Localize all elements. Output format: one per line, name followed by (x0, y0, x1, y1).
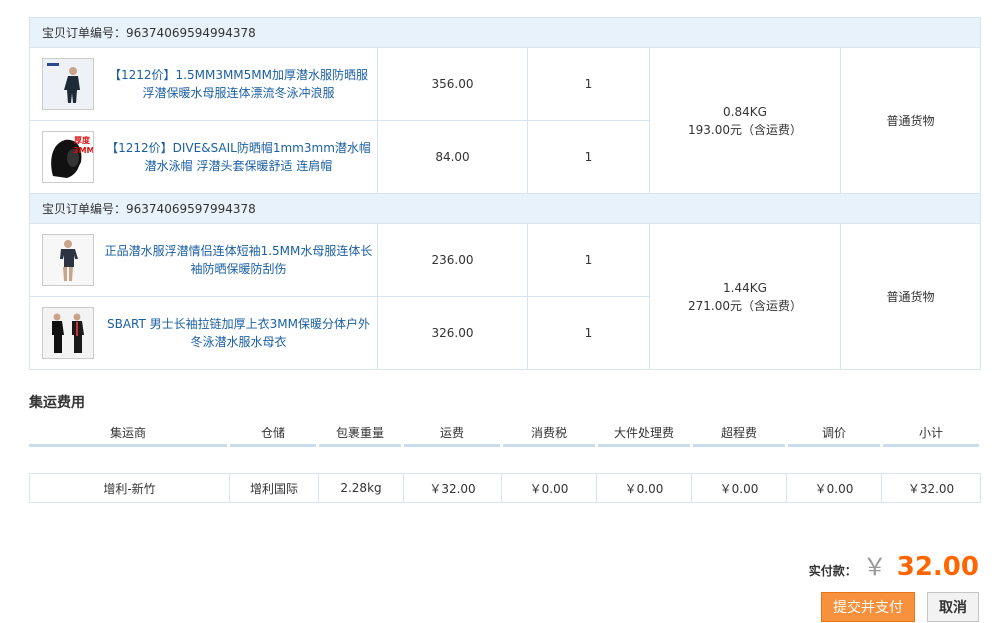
warehouse-cell: 增利国际 (229, 473, 319, 503)
order-number-cell: 宝贝订单编号：96374069597994378 (28, 193, 982, 224)
price-cell: 356.00 (377, 47, 528, 121)
shipping-fees-table: 增利-新竹 增利国际 2.28kg ￥32.00 ￥0.00 ￥0.00 ￥0.… (29, 473, 981, 503)
order-items-table: 宝贝订单编号：96374069594994378 【1212价】1.5MM3MM… (28, 17, 982, 370)
order-group-header: 宝贝订单编号：96374069597994378 (28, 193, 982, 224)
cancel-button[interactable]: 取消 (927, 592, 979, 622)
quantity-cell: 1 (527, 223, 650, 297)
carrier-cell: 增利-新竹 (29, 473, 230, 503)
order-number-label: 宝贝订单编号： (42, 202, 127, 216)
package-weight-cell: 2.28kg (318, 473, 404, 503)
weight-amount-cell: 1.44KG 271.00元（含运费） (649, 223, 841, 370)
product-cell: 正品潜水服浮潜情侣连体短袖1.5MM水母服连体长袖防晒保暖防刮伤 (29, 223, 378, 297)
order-number-label: 宝贝订单编号： (42, 26, 127, 40)
total-label: 实付款： (808, 564, 857, 578)
price-adjustment-cell: ￥0.00 (786, 473, 882, 503)
wetsuit-top-thumbnail-icon[interactable] (42, 307, 94, 359)
shorty-wetsuit-thumbnail-icon[interactable] (42, 234, 94, 286)
product-cell: SBART 男士长袖拉链加厚上衣3MM保暖分体户外冬泳潜水服水母衣 (29, 296, 378, 370)
product-name-link[interactable]: 【1212价】1.5MM3MM5MM加厚潜水服防晒服浮潜保暖水母服连体漂流冬泳冲… (94, 66, 377, 102)
currency-symbol: ￥ (862, 553, 887, 581)
package-weight: 1.44KG (723, 280, 767, 295)
subtotal-cell: ￥32.00 (881, 473, 981, 503)
shipping-fee-cell: ￥32.00 (403, 473, 502, 503)
header-consumption-tax: 消费税 (503, 423, 595, 447)
submit-and-pay-button[interactable]: 提交并支付 (821, 592, 915, 622)
header-package-weight: 包裹重量 (319, 423, 401, 447)
diving-hood-thumbnail-icon[interactable]: 厚度3MM (42, 131, 94, 183)
table-row: 【1212价】1.5MM3MM5MM加厚潜水服防晒服浮潜保暖水母服连体漂流冬泳冲… (29, 47, 982, 194)
package-weight: 0.84KG (723, 104, 767, 119)
header-price-adjustment: 调价 (788, 423, 880, 447)
price-cell: 236.00 (377, 223, 528, 297)
table-row: 增利-新竹 增利国际 2.28kg ￥32.00 ￥0.00 ￥0.00 ￥0.… (29, 473, 981, 503)
oversize-fee-cell: ￥0.00 (596, 473, 692, 503)
table-row: 正品潜水服浮潜情侣连体短袖1.5MM水母服连体长袖防晒保暖防刮伤 236.00 … (29, 223, 982, 370)
header-over-distance-fee: 超程费 (693, 423, 785, 447)
product-name-link[interactable]: 正品潜水服浮潜情侣连体短袖1.5MM水母服连体长袖防晒保暖防刮伤 (94, 242, 377, 278)
product-name-link[interactable]: SBART 男士长袖拉链加厚上衣3MM保暖分体户外冬泳潜水服水母衣 (94, 315, 377, 351)
cargo-type-cell: 普通货物 (839, 223, 982, 370)
quantity-cell: 1 (527, 47, 650, 121)
group-amount: 193.00元（含运费） (688, 122, 802, 137)
over-distance-fee-cell: ￥0.00 (691, 473, 787, 503)
group-amount: 271.00元（含运费） (688, 298, 802, 313)
product-name-link[interactable]: 【1212价】DIVE&SAIL防晒帽1mm3mm潜水帽 潜水泳帽 浮潜头套保暖… (94, 139, 377, 175)
wetsuit-thumbnail-icon[interactable] (42, 58, 94, 110)
order-group-header: 宝贝订单编号：96374069594994378 (28, 17, 982, 48)
header-carrier: 集运商 (29, 423, 227, 447)
order-number-cell: 宝贝订单编号：96374069594994378 (28, 17, 982, 48)
header-shipping-fee: 运费 (404, 423, 500, 447)
header-subtotal: 小计 (883, 423, 979, 447)
hood-thickness-label: 厚度3MM (73, 136, 94, 155)
header-warehouse: 仓储 (230, 423, 316, 447)
product-cell: 【1212价】1.5MM3MM5MM加厚潜水服防晒服浮潜保暖水母服连体漂流冬泳冲… (29, 47, 378, 121)
header-oversize-fee: 大件处理费 (598, 423, 690, 447)
order-number[interactable]: 96374069597994378 (126, 202, 256, 216)
total-amount: 32.00 (896, 552, 979, 582)
shipping-fees-header: 集运商 仓储 包裹重量 运费 消费税 大件处理费 超程费 调价 小计 (29, 423, 980, 447)
shipping-fees-title: 集运费用 (29, 395, 85, 411)
weight-amount-cell: 0.84KG 193.00元（含运费） (649, 47, 841, 194)
price-cell: 326.00 (377, 296, 528, 370)
quantity-cell: 1 (527, 120, 650, 194)
total-payment: 实付款： ￥ 32.00 (809, 547, 979, 582)
cargo-type-cell: 普通货物 (839, 47, 982, 194)
price-cell: 84.00 (377, 120, 528, 194)
quantity-cell: 1 (527, 296, 650, 370)
product-cell: 厚度3MM 【1212价】DIVE&SAIL防晒帽1mm3mm潜水帽 潜水泳帽 … (29, 120, 378, 194)
order-number[interactable]: 96374069594994378 (126, 26, 256, 40)
consumption-tax-cell: ￥0.00 (501, 473, 597, 503)
